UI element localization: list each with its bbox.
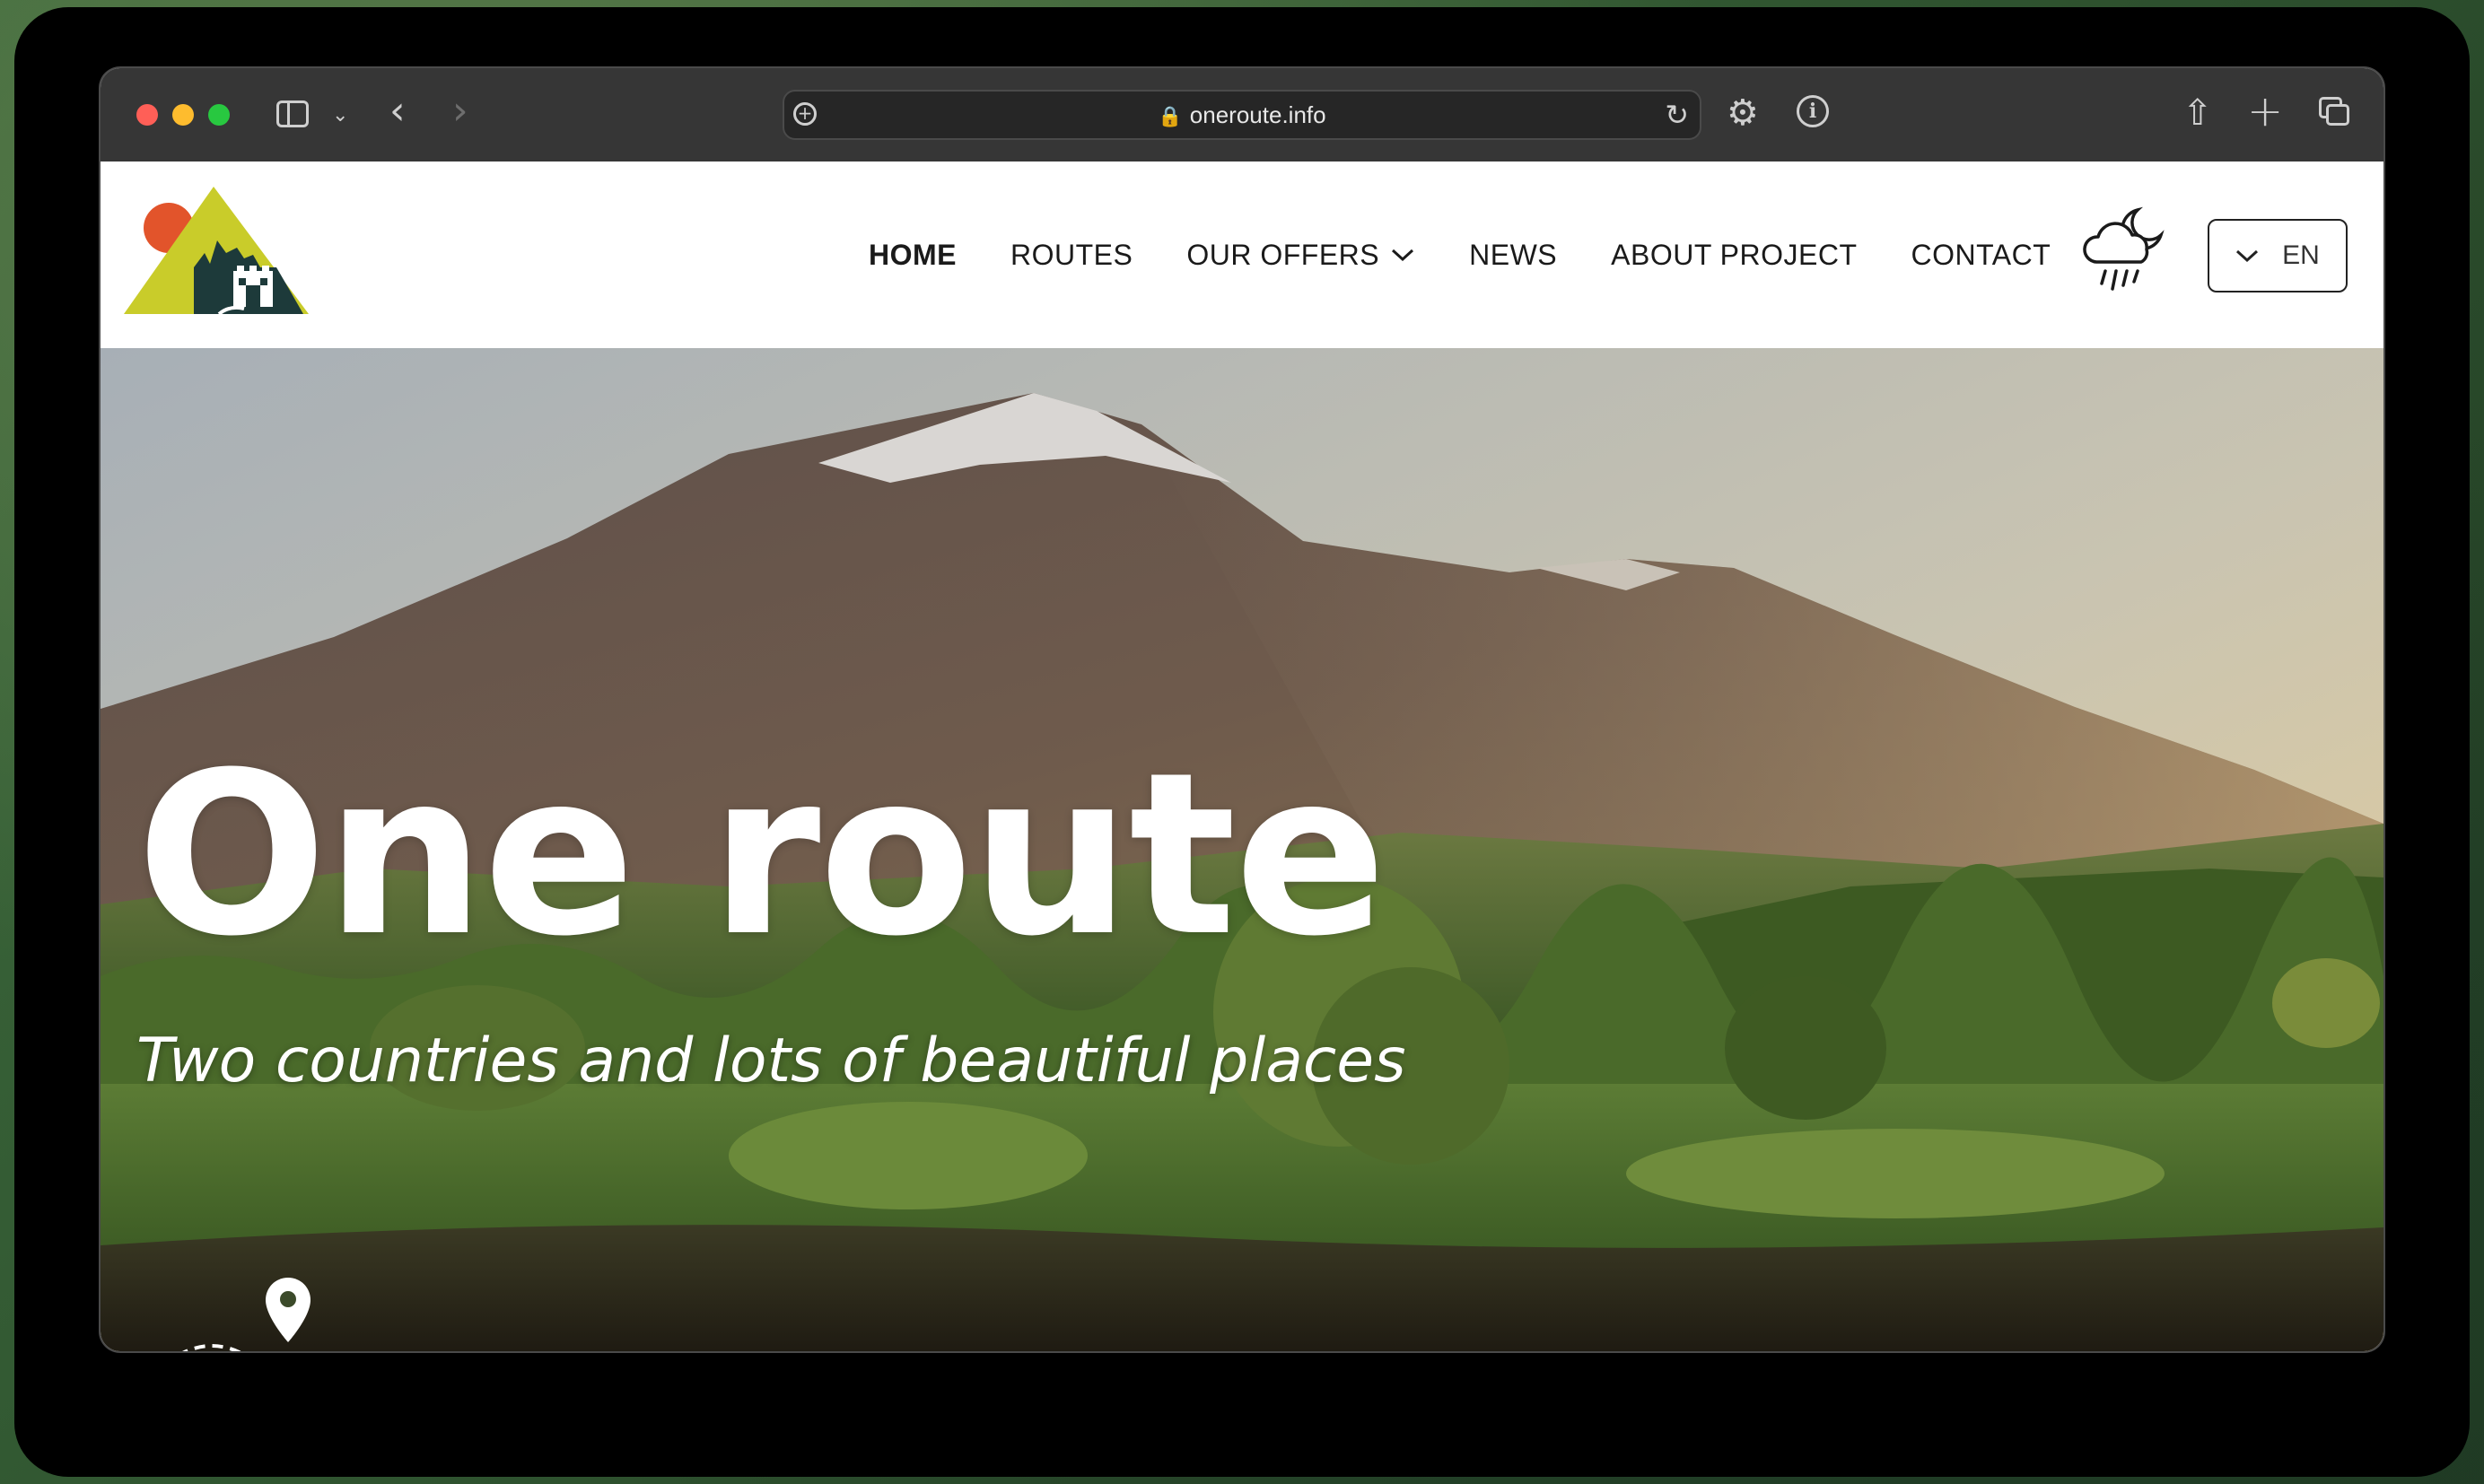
nav-item-home[interactable]: HOME [869,239,957,272]
browser-window: ⌄ ‹ › + 🔒 oneroute.info ↻ ⚙ i ⇧ + HOME R… [101,68,2383,1351]
reload-icon[interactable]: ↻ [1665,99,1689,131]
language-value: EN [2282,240,2320,270]
nav-our-offers-label: OUR OFFERS [1186,238,1380,271]
nav-item-routes[interactable]: ROUTES [1010,239,1133,272]
nav-item-our-offers[interactable]: OUR OFFERS [1186,239,1415,272]
gear-icon[interactable]: ⚙ [1727,88,1759,138]
nav-item-about-project[interactable]: ABOUT PROJECT [1611,239,1857,272]
nav-about-label: ABOUT PROJECT [1611,238,1858,271]
chevron-down-icon [1392,249,1414,262]
new-tab-icon[interactable]: + [2247,84,2283,138]
map-pin-icon[interactable] [264,1276,312,1344]
site-logo[interactable] [118,181,309,318]
url-text: oneroute.info [1189,101,1326,128]
info-icon[interactable]: i [1797,95,1829,127]
address-bar[interactable]: + 🔒 oneroute.info ↻ [783,90,1701,140]
hero-section: One route Two countries and lots of beau… [101,348,2383,1351]
language-select[interactable]: EN [2208,219,2348,292]
forward-arrow-icon[interactable]: › [452,92,468,131]
cloud-moon-rain-icon[interactable] [2075,203,2168,296]
nav-routes-label: ROUTES [1010,238,1133,271]
hero-title: One route [136,724,1386,985]
hero-subtitle: Two countries and lots of beautiful plac… [136,1026,1406,1096]
nav-item-news[interactable]: NEWS [1469,239,1557,272]
zoom-window-button[interactable] [208,104,230,126]
browser-toolbar: ⌄ ‹ › + 🔒 oneroute.info ↻ ⚙ i ⇧ + [101,68,2383,163]
nav-news-label: NEWS [1469,238,1558,271]
back-arrow-icon[interactable]: ‹ [389,92,406,131]
route-path-icon [182,1344,241,1351]
url-display[interactable]: 🔒 oneroute.info [784,92,1700,138]
nav-item-contact[interactable]: CONTACT [1911,239,2051,272]
close-window-button[interactable] [136,104,158,126]
nav-home-label: HOME [869,238,957,271]
minimize-window-button[interactable] [172,104,194,126]
chevron-down-icon[interactable]: ⌄ [332,104,348,127]
site-header: HOME ROUTES OUR OFFERS NEWS ABOUT PROJEC… [101,161,2383,348]
main-nav: HOME ROUTES OUR OFFERS NEWS ABOUT PROJEC… [869,161,2051,348]
chevron-down-icon [2236,249,2259,263]
lock-icon: 🔒 [1158,105,1183,127]
sidebar-icon[interactable] [276,100,309,127]
nav-contact-label: CONTACT [1911,238,2051,271]
tabs-overview-icon[interactable] [2319,97,2349,126]
share-icon[interactable]: ⇧ [2182,88,2213,138]
